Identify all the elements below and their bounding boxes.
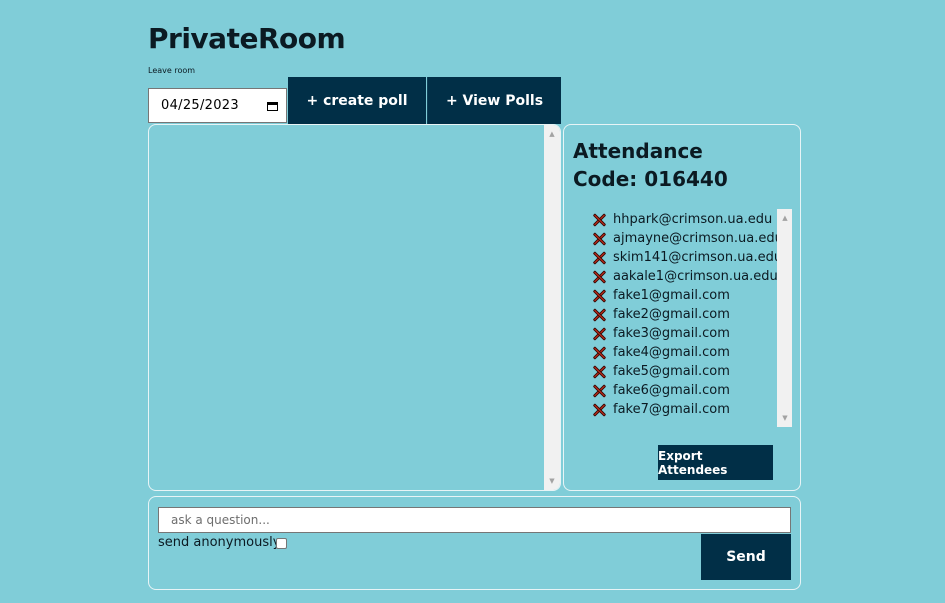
attendee-email: aakale1@crimson.ua.edu bbox=[613, 269, 778, 284]
scroll-up-icon[interactable]: ▲ bbox=[777, 211, 792, 225]
date-picker[interactable]: 04/25/2023 bbox=[148, 88, 287, 123]
x-mark-icon bbox=[592, 289, 606, 303]
attendee-item: skim141@crimson.ua.edu bbox=[592, 248, 783, 267]
x-mark-icon bbox=[592, 251, 606, 265]
page-title: PrivateRoom bbox=[148, 22, 346, 55]
attendee-item: fake7@gmail.com bbox=[592, 400, 783, 419]
attendance-title: Attendance bbox=[573, 139, 703, 163]
question-input[interactable]: ask a question... bbox=[158, 507, 791, 533]
chat-panel: ▲ ▼ bbox=[148, 124, 561, 491]
x-mark-icon bbox=[592, 346, 606, 360]
attendee-item: aakale1@crimson.ua.edu bbox=[592, 267, 783, 286]
x-mark-icon bbox=[592, 365, 606, 379]
x-mark-icon bbox=[592, 213, 606, 227]
attendee-email: fake4@gmail.com bbox=[613, 345, 730, 360]
attendee-scrollbar[interactable]: ▲ ▼ bbox=[777, 209, 792, 427]
create-poll-button[interactable]: + create poll bbox=[288, 77, 426, 124]
attendee-email: fake6@gmail.com bbox=[613, 383, 730, 398]
attendee-list: hhpark@crimson.ua.edu ajmayne@crimson.ua.… bbox=[586, 209, 792, 427]
attendee-email: ajmayne@crimson.ua.edu bbox=[613, 231, 783, 246]
attendee-email: fake7@gmail.com bbox=[613, 402, 730, 417]
attendee-item: fake1@gmail.com bbox=[592, 286, 783, 305]
x-mark-icon bbox=[592, 327, 606, 341]
attendee-item: fake2@gmail.com bbox=[592, 305, 783, 324]
attendee-email: fake3@gmail.com bbox=[613, 326, 730, 341]
attendee-email: fake2@gmail.com bbox=[613, 307, 730, 322]
attendee-email: skim141@crimson.ua.edu bbox=[613, 250, 783, 265]
question-placeholder: ask a question... bbox=[171, 513, 270, 527]
attendee-email: fake1@gmail.com bbox=[613, 288, 730, 303]
send-button[interactable]: Send bbox=[701, 534, 791, 580]
view-polls-button[interactable]: + View Polls bbox=[427, 77, 561, 124]
attendance-code: Code: 016440 bbox=[573, 167, 728, 191]
attendee-item: hhpark@crimson.ua.edu bbox=[592, 210, 783, 229]
x-mark-icon bbox=[592, 384, 606, 398]
attendee-item: fake5@gmail.com bbox=[592, 362, 783, 381]
attendee-item: fake4@gmail.com bbox=[592, 343, 783, 362]
anonymous-label: send anonymously bbox=[158, 535, 281, 550]
x-mark-icon bbox=[592, 270, 606, 284]
x-mark-icon bbox=[592, 232, 606, 246]
attendee-item: fake3@gmail.com bbox=[592, 324, 783, 343]
scroll-down-icon[interactable]: ▼ bbox=[544, 474, 560, 488]
leave-room-link[interactable]: Leave room bbox=[148, 66, 195, 75]
date-value: 04/25/2023 bbox=[161, 98, 239, 113]
scroll-down-icon[interactable]: ▼ bbox=[777, 411, 792, 425]
attendance-heading: Attendance Code: 016440 bbox=[573, 137, 728, 193]
attendance-panel: Attendance Code: 016440 hhpark@crimson.u… bbox=[563, 124, 801, 491]
attendee-email: hhpark@crimson.ua.edu bbox=[613, 212, 773, 227]
x-mark-icon bbox=[592, 308, 606, 322]
export-attendees-button[interactable]: Export Attendees bbox=[658, 445, 773, 480]
calendar-icon[interactable] bbox=[267, 100, 278, 111]
anonymous-checkbox[interactable] bbox=[276, 538, 287, 549]
attendee-email: fake5@gmail.com bbox=[613, 364, 730, 379]
attendee-item: ajmayne@crimson.ua.edu bbox=[592, 229, 783, 248]
chat-scrollbar[interactable]: ▲ ▼ bbox=[544, 125, 560, 490]
scroll-up-icon[interactable]: ▲ bbox=[544, 127, 560, 141]
attendee-item: fake6@gmail.com bbox=[592, 381, 783, 400]
x-mark-icon bbox=[592, 403, 606, 417]
